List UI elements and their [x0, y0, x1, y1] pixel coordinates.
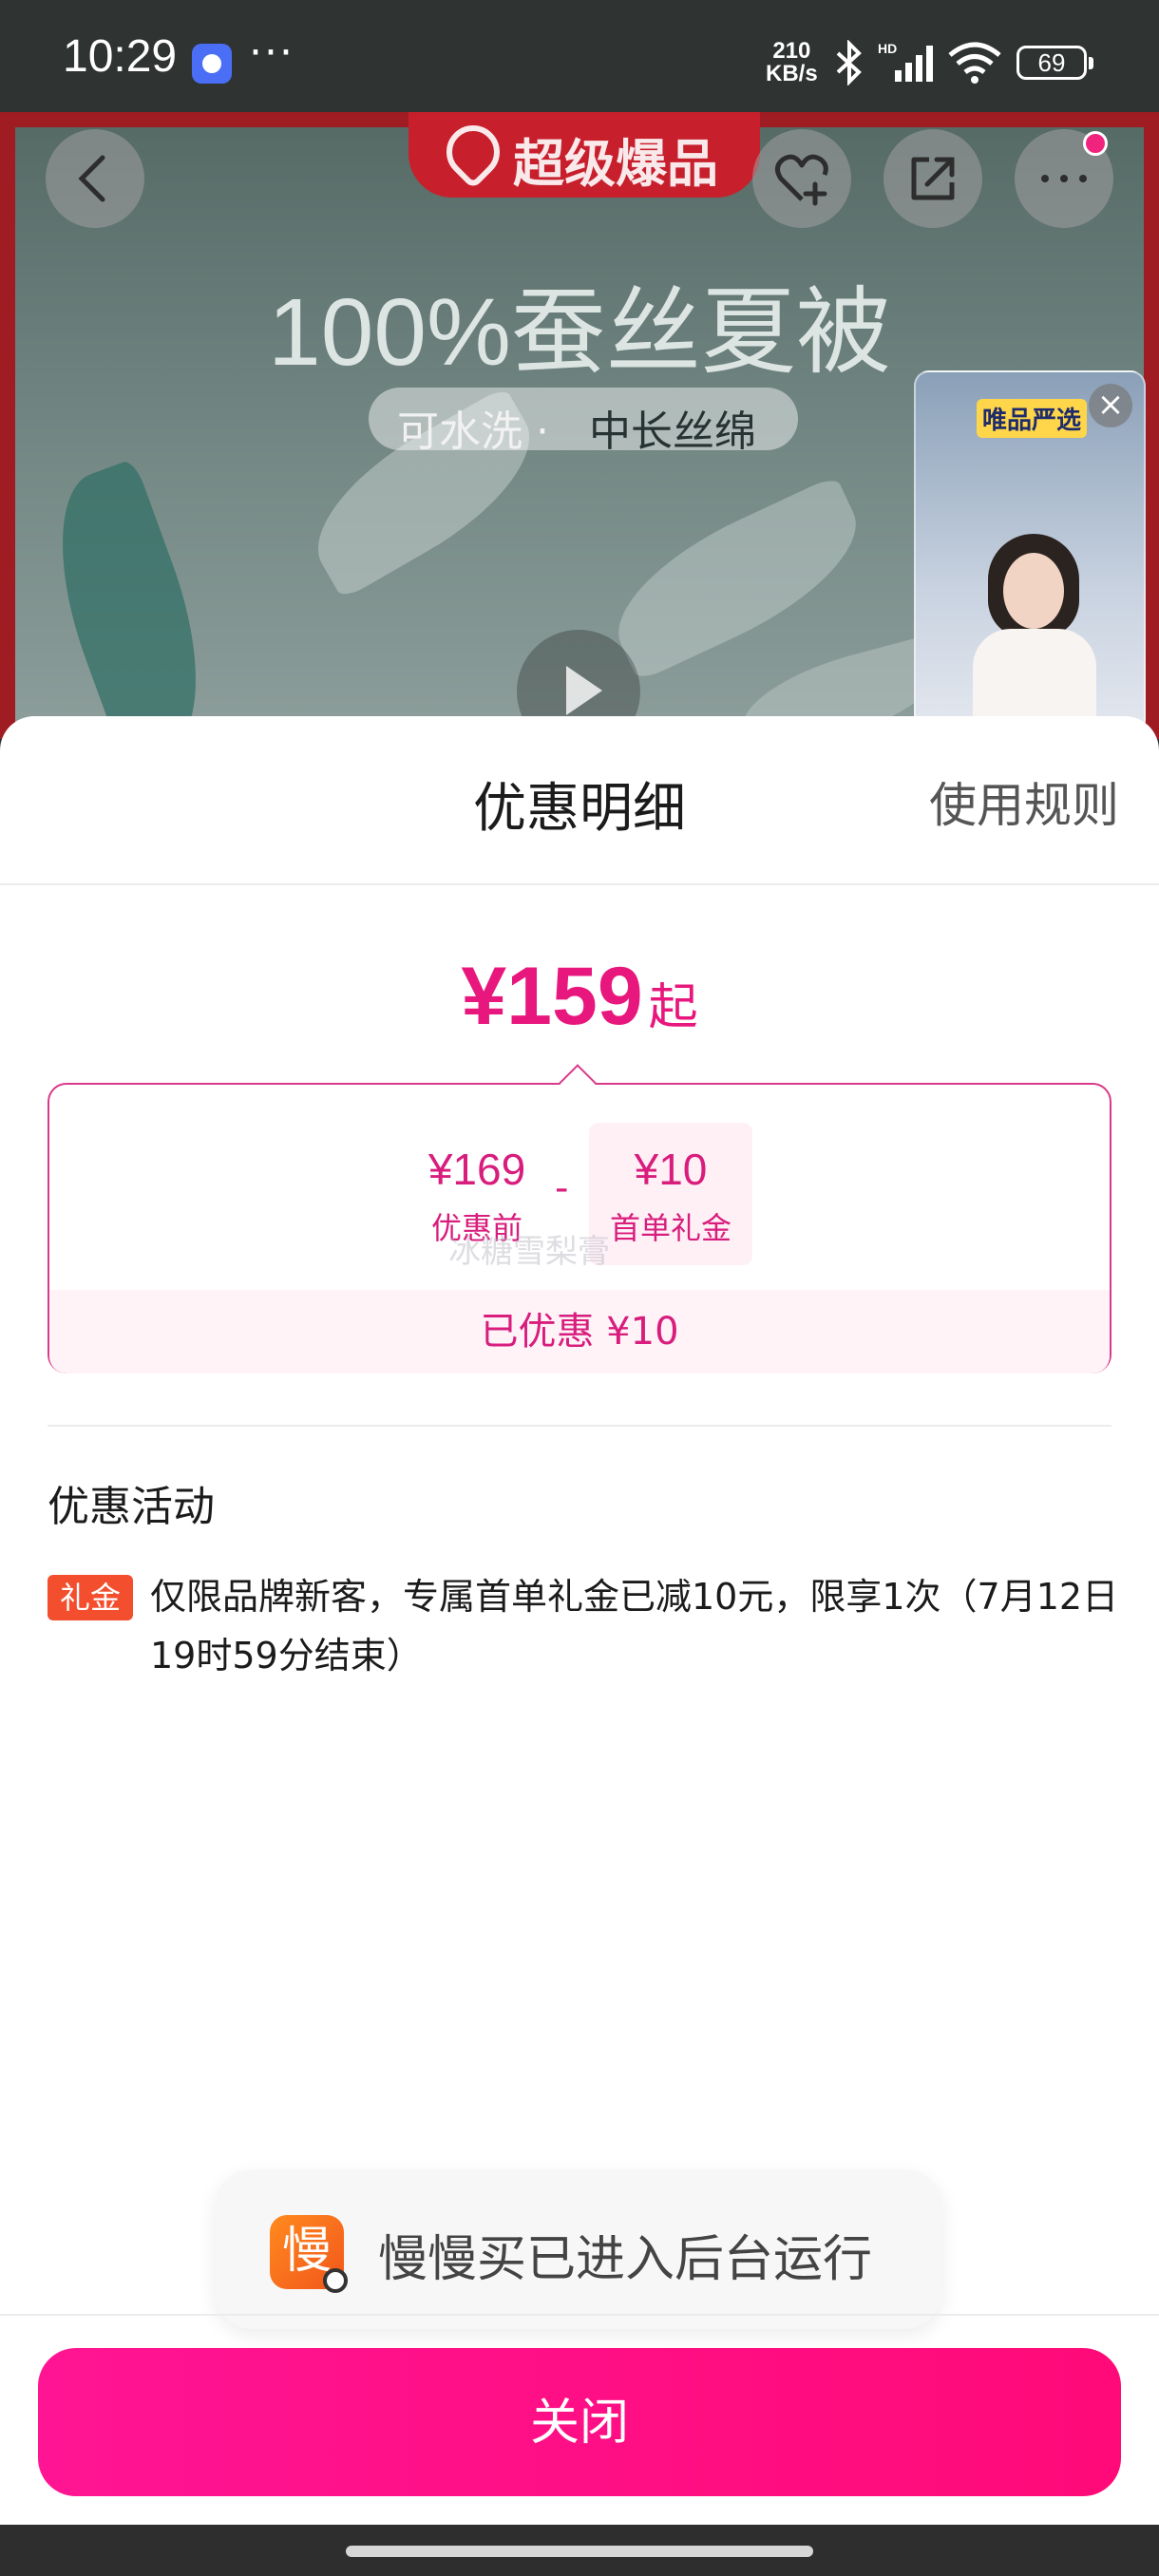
- svg-text:HD: HD: [878, 41, 897, 56]
- promotion-text: 仅限品牌新客，专属首单礼金已减10元，限享1次（7月12日19时59分结束）: [150, 1576, 1119, 1676]
- network-speed-value: 210: [772, 38, 811, 64]
- more-notifications-icon: ···: [249, 28, 294, 77]
- heart-plus-icon: [775, 154, 828, 206]
- favorite-button[interactable]: [752, 129, 851, 228]
- share-button[interactable]: [884, 129, 982, 228]
- more-dots-icon: [1041, 175, 1087, 182]
- floating-video[interactable]: 唯品严选 ×: [914, 370, 1146, 735]
- brand-tag-label: 超级爆品: [513, 134, 718, 194]
- close-icon[interactable]: ×: [1089, 384, 1132, 427]
- final-price-value: ¥159: [461, 951, 643, 1042]
- header-divider: [0, 883, 1159, 885]
- banner-subtitle-left: 可水洗 ·: [397, 407, 549, 456]
- presenter-face: [1003, 553, 1064, 629]
- home-gesture-handle[interactable]: [346, 2546, 813, 2557]
- floating-video-badge: 唯品严选: [977, 399, 1088, 438]
- toast-text: 慢慢买已进入后台运行: [378, 2231, 873, 2288]
- status-time: 10:29: [63, 31, 178, 82]
- manmanmai-app-icon: 慢: [270, 2215, 348, 2293]
- battery-icon: 69: [1016, 46, 1093, 80]
- original-price-value: ¥169: [428, 1145, 526, 1194]
- promotions-title: 优惠活动: [48, 1483, 215, 1531]
- price-calculation-box: ¥169 优惠前 - ¥10 首单礼金 冰糖雪梨膏 已优惠 ¥10: [48, 1083, 1112, 1373]
- brand-logo-icon: [435, 114, 511, 190]
- saved-amount: 已优惠 ¥10: [49, 1290, 1110, 1373]
- back-button[interactable]: [46, 129, 144, 228]
- final-price: ¥159 起: [0, 950, 1159, 1044]
- close-button[interactable]: 关闭: [38, 2348, 1121, 2496]
- discount-value: ¥10: [634, 1145, 708, 1194]
- network-speed-unit: KB/s: [766, 61, 818, 86]
- app-notification-icon: [192, 44, 232, 84]
- banner-subtitle: 可水洗 · 中长丝绵: [369, 388, 798, 456]
- wifi-icon: [948, 42, 1001, 84]
- final-price-suffix: 起: [648, 979, 698, 1036]
- minus-operator: -: [555, 1166, 569, 1210]
- banner-subtitle-right: 中长丝绵: [589, 407, 756, 456]
- network-speed: 210 KB/s: [766, 40, 818, 85]
- brand-tag: 超级爆品: [408, 112, 760, 198]
- background-toast: 慢 慢慢买已进入后台运行: [215, 2169, 942, 2329]
- share-icon: [911, 157, 955, 200]
- status-bar: 10:29 ··· 210 KB/s HD 69: [0, 0, 1159, 112]
- cellular-signal-icon: HD: [878, 41, 933, 82]
- notification-dot: [1083, 131, 1108, 156]
- gift-tag: 礼金: [48, 1575, 133, 1620]
- footer-divider: [0, 2314, 1159, 2316]
- watermark: 冰糖雪梨膏: [448, 1233, 610, 1271]
- usage-rules-link[interactable]: 使用规则: [929, 767, 1119, 836]
- section-divider: [48, 1425, 1112, 1427]
- system-navigation-bar: [0, 2525, 1159, 2576]
- chevron-left-icon: [78, 155, 105, 202]
- bluetooth-icon: [836, 40, 862, 85]
